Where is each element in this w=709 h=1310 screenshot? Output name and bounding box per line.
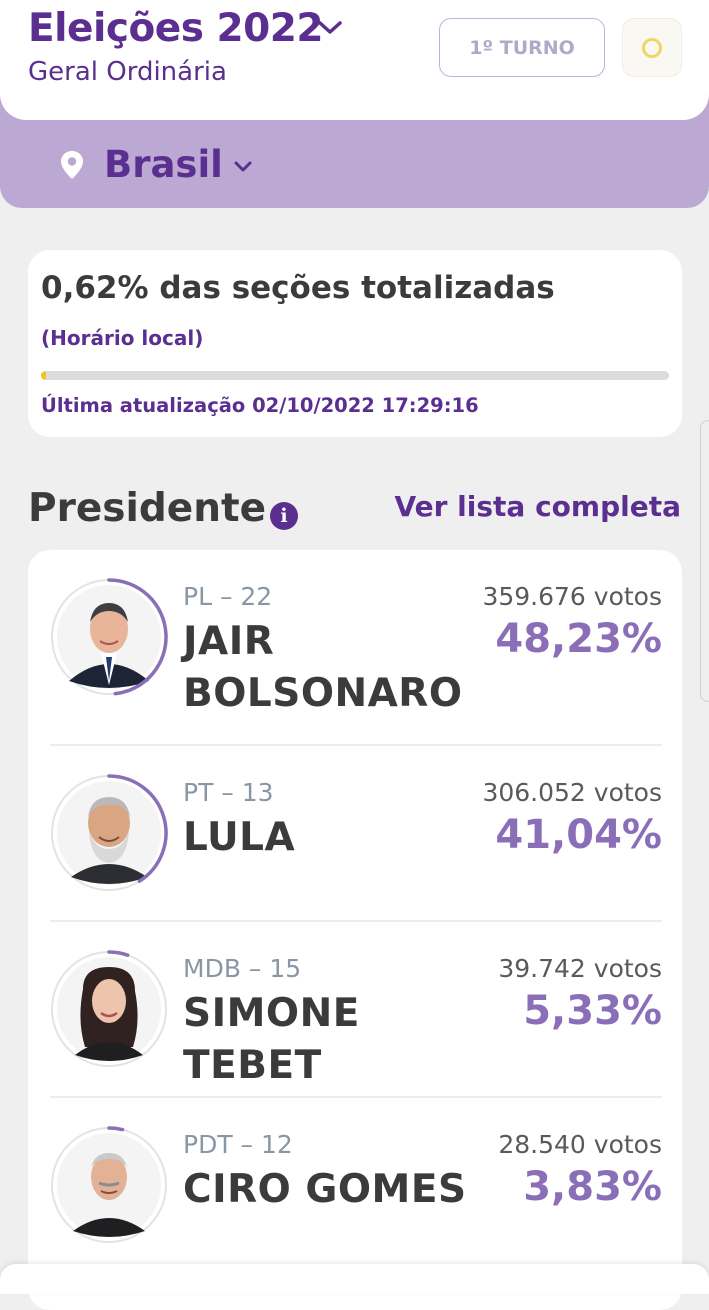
election-header: Eleições 2022 Geral Ordinária 1º TURNO [0, 0, 709, 120]
candidate-name: LULA [183, 815, 296, 860]
vote-share-ring [107, 774, 168, 883]
avatar [49, 773, 169, 893]
bottom-sheet[interactable] [0, 1264, 709, 1294]
candidate-name: SIMONE TEBET [183, 991, 360, 1088]
election-subtitle: Geral Ordinária [28, 57, 227, 87]
full-list-link[interactable]: Ver lista completa [395, 490, 682, 523]
vote-share-arc [107, 578, 168, 696]
section-title: Presidente [28, 486, 267, 531]
election-title[interactable]: Eleições 2022 [28, 6, 324, 51]
vote-share-arc [107, 1126, 125, 1132]
avatar [49, 1125, 169, 1245]
party-label: PL – 22 [183, 582, 273, 611]
totalization-card: 0,62% das seções totalizadas (Horário lo… [28, 250, 682, 437]
last-update-text: Última atualização 02/10/2022 17:29:16 [41, 394, 479, 417]
votes-count: 306.052 votos [482, 778, 662, 807]
turno-button[interactable]: 1º TURNO [439, 18, 605, 77]
totalization-progress [41, 371, 669, 380]
location-label: Brasil [104, 143, 223, 186]
votes-count: 359.676 votos [482, 582, 662, 611]
vote-percentage: 5,33% [523, 988, 662, 1034]
candidate-name: JAIR BOLSONARO [183, 619, 463, 716]
list-item[interactable]: PDT – 12 CIRO GOMES 28.540 votos 3,83% [28, 1098, 682, 1273]
candidate-name: CIRO GOMES [183, 1167, 467, 1212]
refresh-indicator[interactable] [622, 18, 682, 77]
avatar [49, 949, 169, 1069]
vote-percentage: 48,23% [495, 616, 662, 662]
party-label: PDT – 12 [183, 1130, 293, 1159]
progress-fill [41, 371, 47, 380]
chevron-down-icon [234, 161, 252, 172]
list-item[interactable]: MDB – 15 SIMONE TEBET 39.742 votos 5,33% [28, 922, 682, 1097]
chevron-down-icon[interactable] [316, 18, 344, 38]
avatar [49, 577, 169, 697]
vote-share-arc [107, 774, 168, 883]
party-label: PT – 13 [183, 778, 274, 807]
list-item[interactable]: PL – 22 JAIR BOLSONARO 359.676 votos 48,… [28, 550, 682, 745]
info-icon[interactable]: i [270, 502, 298, 530]
votes-count: 39.742 votos [498, 954, 662, 983]
vote-share-ring [107, 950, 130, 957]
totalization-text: 0,62% das seções totalizadas [41, 270, 555, 306]
votes-count: 28.540 votos [498, 1130, 662, 1159]
side-scroll-handle[interactable] [700, 420, 709, 702]
location-pin-icon [61, 151, 83, 179]
vote-share-ring [107, 578, 168, 696]
vote-percentage: 3,83% [523, 1164, 662, 1210]
party-label: MDB – 15 [183, 954, 302, 983]
vote-share-arc [107, 950, 130, 957]
vote-share-ring [107, 1126, 125, 1132]
local-time-note: (Horário local) [41, 326, 204, 350]
list-item[interactable]: PT – 13 LULA 306.052 votos 41,04% [28, 746, 682, 921]
loading-ring-icon [642, 37, 662, 58]
candidates-list: PL – 22 JAIR BOLSONARO 359.676 votos 48,… [28, 550, 682, 1310]
vote-percentage: 41,04% [495, 812, 662, 858]
